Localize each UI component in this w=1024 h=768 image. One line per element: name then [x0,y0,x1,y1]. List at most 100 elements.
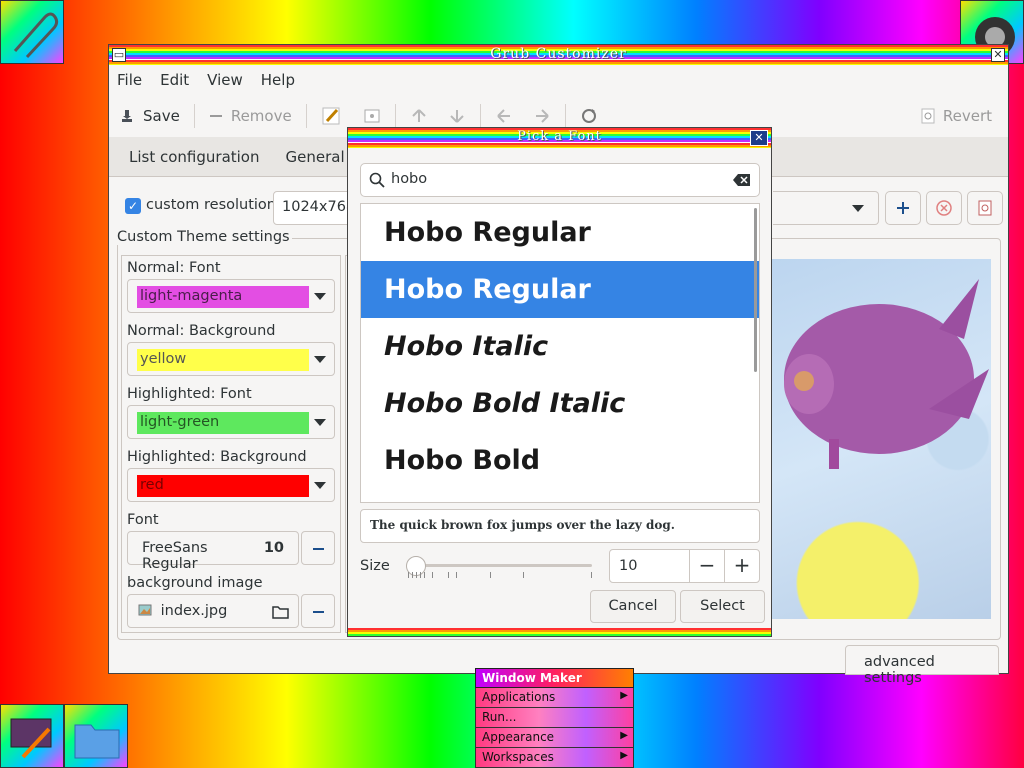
custom-resolution-checkbox[interactable]: ✓ [125,198,141,214]
window-title: Grub Customizer [490,46,627,62]
size-increase-button[interactable]: + [724,550,759,582]
remove-bg-image-button[interactable] [301,594,335,628]
remove-font-button[interactable] [301,531,335,565]
wm-menu-workspaces[interactable]: Workspaces ▶ [475,748,634,768]
chevron-down-icon [314,356,326,363]
wm-menu-run[interactable]: Run... [475,708,634,728]
wm-item-label: Appearance [482,730,555,744]
revert-label: Revert [942,107,992,125]
theme-preview-image [769,259,991,619]
normal-bg-combo[interactable]: yellow [127,342,335,376]
save-button[interactable]: Save [109,99,190,133]
font-size: 10 [263,540,284,556]
resolution-field[interactable]: 1024x768 [273,191,353,225]
font-item-hobo-bold-italic[interactable]: Hobo Bold Italic [361,375,759,432]
remove-icon [209,115,222,117]
font-search-input[interactable]: hobo [360,163,760,197]
select-button[interactable]: Select [680,590,765,623]
hl-font-swatch: light-green [137,412,309,434]
add-theme-button[interactable] [885,191,921,225]
arrow-up-icon [411,109,426,122]
tab-list-configuration[interactable]: List configuration [109,148,280,166]
theme-archive-button[interactable] [967,191,1003,225]
pig-illustration [784,279,989,469]
theme-combo[interactable] [773,191,879,225]
hl-font-combo[interactable]: light-green [127,405,335,439]
chevron-down-icon [314,419,326,426]
desktop-icon-clip[interactable] [0,0,64,64]
font-name: FreeSans Regular [142,540,208,572]
font-item-hobo-regular[interactable]: Hobo Regular [361,204,759,261]
remove-theme-button[interactable] [926,191,962,225]
hl-font-label: Highlighted: Font [127,386,252,402]
font-list-scrollbar[interactable] [754,208,757,372]
dialog-titlebar[interactable]: Pick a Font ✕ [348,128,771,148]
plus-icon [897,202,909,214]
dialog-title: Pick a Font [517,129,602,144]
size-slider-track[interactable] [408,564,592,567]
refresh-icon [581,109,596,123]
clear-search-icon[interactable] [733,173,751,187]
font-item-hobo-italic[interactable]: Hobo Italic [361,318,759,375]
edit-pencil-icon [322,107,340,125]
size-spinbutton[interactable]: 10 − + [609,549,760,583]
menu-view[interactable]: View [207,71,243,89]
desktop-icon-folder[interactable] [64,704,128,768]
custom-theme-title: Custom Theme settings [115,229,292,245]
dialog-bottom-border [348,628,771,636]
menu-help[interactable]: Help [261,71,295,89]
normal-font-swatch: light-magenta [137,286,309,308]
arrow-left-icon [496,109,510,123]
bg-image-chooser[interactable]: index.jpg [127,594,299,628]
menu-edit[interactable]: Edit [160,71,189,89]
chevron-down-icon [314,293,326,300]
wm-menu-applications[interactable]: Applications ▶ [475,688,634,708]
pick-font-dialog: Pick a Font ✕ hobo Hobo Regular Hobo Reg… [347,127,772,637]
submenu-arrow-icon: ▶ [620,690,628,701]
wm-item-label: Applications [482,690,556,704]
remove-label: Remove [230,107,292,125]
hl-bg-combo[interactable]: red [127,468,335,502]
menubar: File Edit View Help [109,65,1008,95]
bg-image-name: index.jpg [160,603,228,619]
remove-button[interactable]: Remove [199,99,302,133]
window-titlebar[interactable]: ▭ Grub Customizer ✕ [109,45,1008,65]
desktop-icon-settings[interactable] [0,704,64,768]
custom-resolution-label: custom resolution: [146,197,281,213]
normal-bg-label: Normal: Background [127,323,276,339]
wm-menu-appearance[interactable]: Appearance ▶ [475,728,634,748]
normal-font-combo[interactable]: light-magenta [127,279,335,313]
submenu-arrow-icon: ▶ [620,730,628,741]
size-decrease-button[interactable]: − [689,550,724,582]
font-label: Font [127,512,159,528]
remove-circle-icon [936,200,952,216]
cancel-button[interactable]: Cancel [590,590,676,623]
search-icon [369,172,385,188]
arrow-right-icon [535,109,549,123]
wm-menu-title[interactable]: Window Maker [475,668,634,688]
font-chooser-button[interactable]: FreeSans Regular 10 [127,531,299,572]
size-value: 10 [619,558,638,574]
revert-button[interactable]: Revert [911,99,1002,133]
archive-icon [978,200,992,216]
font-item-hobo-bold[interactable]: Hobo Bold [361,432,759,489]
font-item-hobo-regular-selected[interactable]: Hobo Regular [361,261,759,318]
font-list: Hobo Regular Hobo Regular Hobo Italic Ho… [360,203,760,503]
submenu-arrow-icon: ▶ [620,750,628,761]
window-maker-menu: Window Maker Applications ▶ Run... Appear… [475,668,634,768]
wm-item-label: Workspaces [482,750,554,764]
wm-item-label: Run... [482,710,517,724]
bg-image-label: background image [127,575,263,591]
hl-bg-swatch: red [137,475,309,497]
normal-bg-swatch: yellow [137,349,309,371]
arrow-down-icon [449,110,464,123]
advanced-settings-button[interactable]: advanced settings [845,645,999,686]
open-folder-icon [272,606,289,619]
dialog-close-button[interactable]: ✕ [750,130,768,146]
normal-font-label: Normal: Font [127,260,221,276]
font-preview-field[interactable]: The quick brown fox jumps over the lazy … [360,509,760,543]
menu-file[interactable]: File [117,71,142,89]
settings-monitor-icon [10,718,52,759]
close-button[interactable]: ✕ [991,48,1005,62]
save-icon [122,110,132,122]
